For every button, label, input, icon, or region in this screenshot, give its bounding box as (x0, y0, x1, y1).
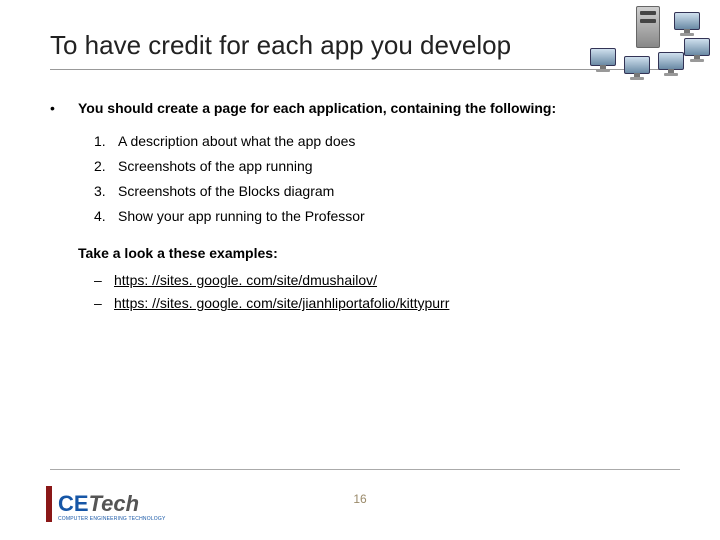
slide: To have credit for each app you develop … (0, 0, 720, 540)
list-item: 4. Show your app running to the Professo… (94, 206, 680, 227)
intro-bullet: • You should create a page for each appl… (50, 98, 680, 119)
bullet-dot-icon: • (50, 98, 78, 119)
list-item: 2. Screenshots of the app running (94, 156, 680, 177)
example-link-2[interactable]: https: //sites. google. com/site/jianhli… (114, 293, 449, 314)
list-number: 3. (94, 181, 118, 202)
list-item: 1. A description about what the app does (94, 131, 680, 152)
example-link-1[interactable]: https: //sites. google. com/site/dmushai… (114, 270, 377, 291)
cetech-logo: CETech COMPUTER ENGINEERING TECHNOLOGY (46, 486, 166, 522)
logo-tech: Tech (89, 491, 140, 516)
logo-text: CETech COMPUTER ENGINEERING TECHNOLOGY (58, 493, 166, 522)
logo-ce: CE (58, 491, 89, 516)
slide-body: • You should create a page for each appl… (50, 98, 680, 314)
list-text: Screenshots of the Blocks diagram (118, 181, 334, 202)
list-item: – https: //sites. google. com/site/jianh… (94, 293, 680, 314)
page-title: To have credit for each app you develop (50, 30, 680, 61)
list-text: Show your app running to the Professor (118, 206, 365, 227)
list-number: 1. (94, 131, 118, 152)
links-list: – https: //sites. google. com/site/dmush… (94, 270, 680, 314)
logo-bar-icon (46, 486, 52, 522)
list-number: 2. (94, 156, 118, 177)
dash-icon: – (94, 293, 114, 314)
list-item: – https: //sites. google. com/site/dmush… (94, 270, 680, 291)
list-number: 4. (94, 206, 118, 227)
numbered-list: 1. A description about what the app does… (94, 131, 680, 227)
list-text: A description about what the app does (118, 131, 355, 152)
footer-rule (50, 469, 680, 470)
examples-heading: Take a look a these examples: (78, 243, 680, 264)
dash-icon: – (94, 270, 114, 291)
network-diagram-icon (588, 2, 708, 82)
list-text: Screenshots of the app running (118, 156, 313, 177)
list-item: 3. Screenshots of the Blocks diagram (94, 181, 680, 202)
logo-subtitle: COMPUTER ENGINEERING TECHNOLOGY (58, 517, 166, 522)
title-underline (50, 69, 680, 70)
intro-text: You should create a page for each applic… (78, 98, 680, 119)
